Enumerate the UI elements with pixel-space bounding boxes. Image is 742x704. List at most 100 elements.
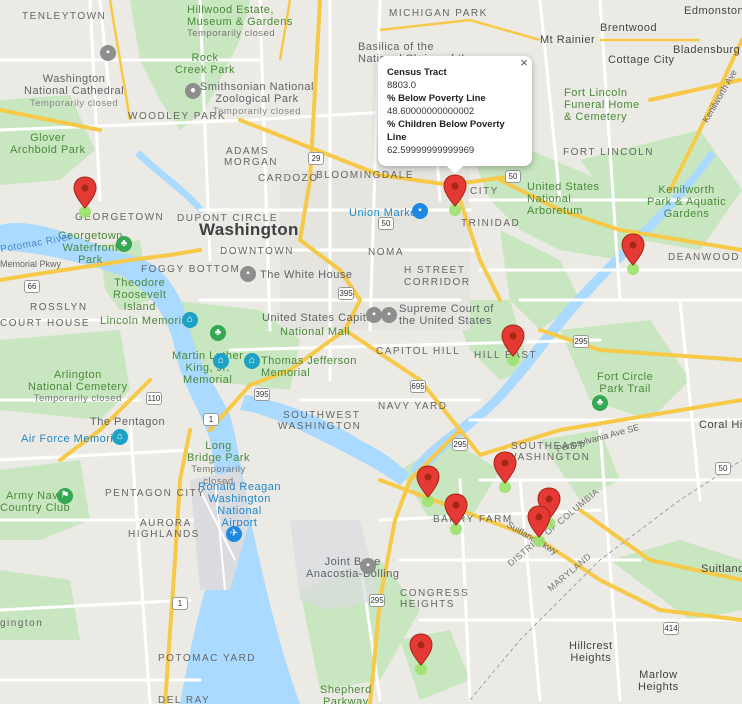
- neighborhood-label: gington: [0, 618, 44, 629]
- map-marker-pin[interactable]: [415, 464, 441, 508]
- paw-icon[interactable]: ●: [185, 83, 201, 99]
- park-icon[interactable]: ♣: [592, 395, 608, 411]
- poi-fort-circle[interactable]: Fort Circle Park Trail: [597, 371, 653, 395]
- route-shield: 66: [24, 280, 40, 293]
- poi-white-house[interactable]: The White House: [260, 269, 352, 281]
- park-icon[interactable]: ♣: [116, 236, 132, 252]
- town-label: Cottage City: [608, 54, 675, 66]
- route-shield: 414: [663, 622, 679, 635]
- neighborhood-label: HIGHLANDS: [128, 529, 200, 540]
- neighborhood-label: MORGAN: [224, 157, 278, 168]
- road-label: Memorial Pkwy: [0, 259, 62, 269]
- neighborhood-label: POTOMAC YARD: [158, 653, 257, 664]
- map-marker-pin[interactable]: [408, 632, 434, 676]
- town-label: Mt Rainier: [540, 34, 596, 46]
- poi-hillwood[interactable]: Hillwood Estate, Museum & Gardens Temporar…: [187, 4, 293, 40]
- poi-jbab[interactable]: Joint Base Anacostia-Bolling: [306, 556, 400, 580]
- landmark-icon[interactable]: ▪: [366, 307, 382, 323]
- map-canvas[interactable]: TENLEYTOWN MICHIGAN PARK WOODLEY PARK AD…: [0, 0, 742, 704]
- poi-air-force-memorial[interactable]: Air Force Memorial: [21, 433, 123, 445]
- info-window[interactable]: × Census Tract 8803.0 % Below Poverty Li…: [378, 56, 532, 174]
- neighborhood-label: H STREET: [404, 265, 466, 276]
- map-marker-pin[interactable]: [442, 173, 468, 217]
- neighborhood-label: MICHIGAN PARK: [389, 8, 488, 19]
- map-marker-pin[interactable]: [72, 175, 98, 219]
- neighborhood-label: ROSSLYN: [30, 302, 88, 313]
- neighborhood-label: CAPITOL HILL: [376, 346, 461, 357]
- poi-pentagon[interactable]: The Pentagon: [90, 416, 165, 428]
- neighborhood-label: CARDOZO: [258, 173, 319, 184]
- route-shield: 295: [452, 438, 468, 451]
- poi-mlk-memorial[interactable]: Martin Luther King, Jr. Memorial: [172, 350, 243, 386]
- town-label: Bladensburg: [673, 44, 741, 56]
- poi-national-mall[interactable]: National Mall: [280, 326, 350, 338]
- neighborhood-label: DEANWOOD: [668, 252, 740, 263]
- neighborhood-label: CORRIDOR: [404, 277, 471, 288]
- church-icon[interactable]: ▪: [100, 45, 116, 61]
- poi-roosevelt-island[interactable]: Theodore Roosevelt Island: [113, 277, 166, 313]
- neighborhood-label: TRINIDAD: [461, 218, 521, 229]
- route-shield: 50: [715, 462, 731, 475]
- poi-supreme-court[interactable]: Supreme Court of the United States: [399, 303, 494, 327]
- neighborhood-label: BLOOMINGDALE: [316, 170, 415, 181]
- neighborhood-label: FOGGY BOTTOM: [141, 264, 241, 275]
- popup-title: Census Tract: [387, 67, 447, 78]
- poi-arlington-cemetery[interactable]: Arlington National Cemetery Temporarily cl…: [28, 369, 128, 405]
- route-shield: 50: [505, 170, 521, 183]
- poi-rock-creek[interactable]: Rock Creek Park: [175, 52, 235, 76]
- poi-shepherd-parkway[interactable]: Shepherd Parkway: [320, 684, 372, 704]
- popup-poverty-label: % Below Poverty Line: [387, 93, 486, 104]
- route-shield: 29: [308, 152, 324, 165]
- neighborhood-label: CITY: [470, 186, 499, 197]
- poi-airport[interactable]: Ronald Reagan Washington National Airport: [198, 481, 281, 529]
- golf-icon[interactable]: ⚑: [57, 488, 73, 504]
- monument-icon[interactable]: ⌂: [112, 429, 128, 445]
- poi-capitol[interactable]: United States Capitol: [262, 312, 376, 324]
- poi-cathedral[interactable]: Washington National Cathedral Temporarily …: [24, 73, 124, 110]
- monument-icon[interactable]: ⌂: [244, 353, 260, 369]
- route-shield: 1: [203, 413, 219, 426]
- neighborhood-label: NAVY YARD: [378, 401, 448, 412]
- popup-children-label: % Children Below Poverty Line: [387, 119, 505, 143]
- poi-glover[interactable]: Glover Archbold Park: [10, 132, 86, 156]
- neighborhood-label: WASHINGTON: [507, 452, 591, 463]
- close-icon[interactable]: ×: [520, 56, 528, 69]
- map-marker-pin[interactable]: [500, 323, 526, 367]
- map-marker-pin[interactable]: [526, 504, 552, 548]
- popup-poverty-value: 48.60000000000002: [387, 106, 475, 117]
- pin-icon[interactable]: ▪: [360, 558, 376, 574]
- poi-fort-lincoln-fh[interactable]: Fort Lincoln Funeral Home & Cemetery: [564, 87, 640, 123]
- monument-icon[interactable]: ⌂: [182, 312, 198, 328]
- monument-icon[interactable]: ⌂: [213, 353, 229, 369]
- poi-lincoln-memorial[interactable]: Lincoln Memorial: [100, 315, 191, 327]
- town-label: Suitland-: [701, 563, 742, 575]
- cart-icon[interactable]: ▪: [412, 203, 428, 219]
- route-shield: 395: [338, 287, 354, 300]
- town-label: Coral Hills: [699, 419, 742, 431]
- map-marker-pin[interactable]: [620, 232, 646, 276]
- town-label: Brentwood: [600, 22, 658, 34]
- poi-zoo[interactable]: Smithsonian National Zoological Park Tempo…: [200, 81, 314, 118]
- neighborhood-label: PENTAGON CITY: [105, 488, 206, 499]
- town-label: Hillcrest Heights: [569, 640, 613, 664]
- landmark-icon[interactable]: ▪: [381, 307, 397, 323]
- landmark-icon[interactable]: ▪: [240, 266, 256, 282]
- map-marker-pin[interactable]: [492, 450, 518, 494]
- city-label: Washington: [199, 220, 299, 239]
- neighborhood-label: FORT LINCOLN: [563, 147, 654, 158]
- neighborhood-label: TENLEYTOWN: [22, 11, 107, 22]
- poi-kenilworth[interactable]: Kenilworth Park & Aquatic Gardens: [647, 184, 726, 220]
- poi-jefferson-memorial[interactable]: Thomas Jefferson Memorial: [261, 355, 357, 379]
- popup-tail: [446, 165, 464, 174]
- town-label: Edmonston: [684, 5, 742, 17]
- park-icon[interactable]: ♣: [210, 325, 226, 341]
- neighborhood-label: NOMA: [368, 247, 404, 258]
- popup-tract-value: 8803.0: [387, 80, 417, 91]
- route-shield: 295: [369, 594, 385, 607]
- poi-arboretum[interactable]: United States National Arboretum: [527, 181, 600, 217]
- map-marker-pin[interactable]: [443, 492, 469, 536]
- neighborhood-label: COURT HOUSE: [0, 318, 91, 329]
- route-shield: 1: [172, 597, 188, 610]
- airplane-icon[interactable]: ✈: [226, 526, 242, 542]
- neighborhood-label: DEL RAY: [158, 695, 211, 704]
